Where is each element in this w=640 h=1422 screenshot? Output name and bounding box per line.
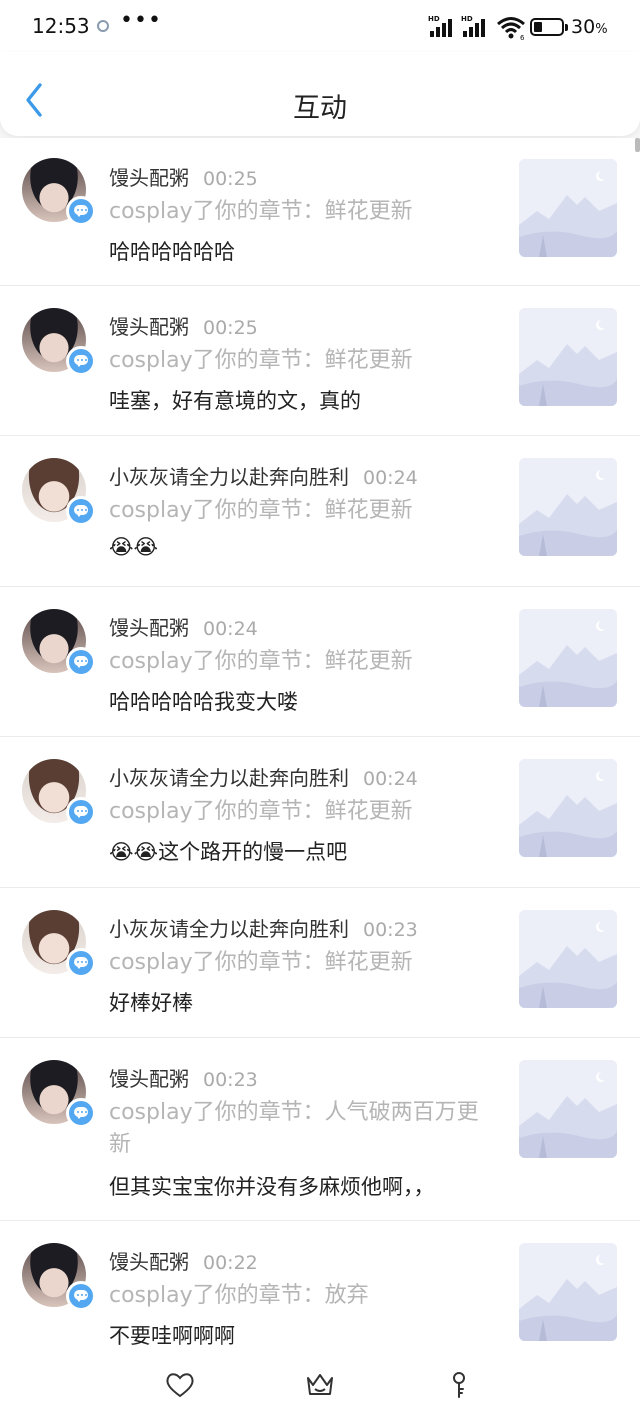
- timestamp: 00:24: [203, 618, 258, 640]
- action-text: cosplay了你的章节：鲜花更新: [109, 950, 413, 975]
- timestamp: 00:23: [363, 919, 418, 941]
- user-name[interactable]: 小灰灰请全力以赴奔向胜利 00:23: [109, 913, 418, 942]
- more-notifications-icon: •••: [120, 8, 162, 33]
- comment-text: 哇塞，好有意境的文，真的: [109, 389, 361, 413]
- list-item[interactable]: 小灰灰请全力以赴奔向胜利 00:23 cosplay了你的章节：鲜花更新 好棒好棒: [0, 888, 640, 1038]
- wifi-sub-label: 6: [520, 34, 525, 40]
- action-text: cosplay了你的章节：鲜花更新: [109, 348, 413, 373]
- chapter-thumbnail[interactable]: [519, 910, 617, 1008]
- user-name[interactable]: 馒头配粥 00:24: [109, 612, 258, 641]
- chapter-thumbnail[interactable]: [519, 609, 617, 707]
- timestamp: 00:22: [203, 1252, 258, 1274]
- comment-text: 好棒好棒: [109, 991, 193, 1015]
- action-text: cosplay了你的章节：鲜花更新: [109, 649, 413, 674]
- comment-text: 哈哈哈哈哈我变大喽: [109, 690, 298, 714]
- signal-1-label: HD: [428, 15, 440, 23]
- comment-text: 不要哇啊啊啊: [109, 1324, 235, 1348]
- app-header: 互动: [0, 52, 640, 136]
- cellular-signal-2-icon: HD: [461, 15, 487, 37]
- chapter-thumbnail[interactable]: [519, 159, 617, 257]
- battery-icon: [530, 18, 568, 36]
- comment-badge-icon: [66, 647, 96, 677]
- user-name[interactable]: 馒头配粥 00:25: [109, 311, 258, 340]
- scrollbar[interactable]: [635, 138, 640, 152]
- notification-list[interactable]: 馒头配粥 00:25 cosplay了你的章节：鲜花更新 哈哈哈哈哈哈 馒头配粥 0…: [0, 138, 640, 1350]
- tab-rewards[interactable]: [303, 1368, 337, 1402]
- timestamp: 00:25: [203, 317, 258, 339]
- crown-icon: [307, 1374, 333, 1395]
- signal-2-label: HD: [461, 15, 473, 23]
- chapter-thumbnail[interactable]: [519, 308, 617, 406]
- comment-text: 哈哈哈哈哈哈: [109, 240, 235, 264]
- comment-badge-icon: [66, 346, 96, 376]
- user-name[interactable]: 馒头配粥 00:25: [109, 162, 258, 191]
- page-title: 互动: [293, 93, 347, 124]
- chapter-thumbnail[interactable]: [519, 759, 617, 857]
- timestamp: 00:24: [363, 467, 418, 489]
- battery-fill: [534, 22, 542, 32]
- list-item[interactable]: 馒头配粥 00:25 cosplay了你的章节：鲜花更新 哇塞，好有意境的文，真的: [0, 286, 640, 436]
- chapter-thumbnail[interactable]: [519, 458, 617, 556]
- comment-badge-icon: [66, 948, 96, 978]
- user-name[interactable]: 馒头配粥 00:22: [109, 1246, 258, 1275]
- chapter-thumbnail[interactable]: [519, 1060, 617, 1158]
- user-name[interactable]: 小灰灰请全力以赴奔向胜利 00:24: [109, 762, 418, 791]
- heart-icon: [166, 1373, 194, 1398]
- timestamp: 00:23: [203, 1069, 258, 1091]
- action-text: cosplay了你的章节：鲜花更新: [109, 799, 413, 824]
- tab-key[interactable]: [442, 1368, 476, 1402]
- user-name[interactable]: 小灰灰请全力以赴奔向胜利 00:24: [109, 461, 418, 490]
- key-icon: [453, 1372, 465, 1398]
- action-text: cosplay了你的章节：鲜花更新: [109, 199, 413, 224]
- chapter-thumbnail[interactable]: [519, 1243, 617, 1341]
- cellular-signal-1-icon: HD: [428, 15, 454, 37]
- action-text: cosplay了你的章节：鲜花更新: [109, 498, 413, 523]
- comment-badge-icon: [66, 196, 96, 226]
- wifi-icon: 6: [496, 16, 526, 44]
- list-item[interactable]: 馒头配粥 00:22 cosplay了你的章节：放弃 不要哇啊啊啊: [0, 1221, 640, 1350]
- list-item[interactable]: 馒头配粥 00:25 cosplay了你的章节：鲜花更新 哈哈哈哈哈哈: [0, 138, 640, 286]
- app-notification-icon: [97, 20, 109, 32]
- list-item[interactable]: 馒头配粥 00:24 cosplay了你的章节：鲜花更新 哈哈哈哈哈我变大喽: [0, 587, 640, 737]
- comment-badge-icon: [66, 496, 96, 526]
- battery-percent: 30%: [571, 16, 608, 38]
- comment-badge-icon: [66, 1281, 96, 1311]
- comment-text: 😭😭: [109, 535, 159, 559]
- tab-likes[interactable]: [163, 1368, 197, 1402]
- comment-badge-icon: [66, 797, 96, 827]
- comment-text: 😭😭这个路开的慢一点吧: [109, 840, 348, 864]
- status-bar: 12:53 ••• HD HD 6 30%: [0, 0, 640, 52]
- status-time: 12:53: [32, 14, 90, 38]
- timestamp: 00:24: [363, 768, 418, 790]
- comment-text: 但其实宝宝你并没有多麻烦他啊，，: [109, 1175, 435, 1199]
- comment-badge-icon: [66, 1098, 96, 1128]
- user-name[interactable]: 馒头配粥 00:23: [109, 1063, 258, 1092]
- action-text: cosplay了你的章节：人气破两百万更新: [109, 1100, 479, 1157]
- list-item[interactable]: 小灰灰请全力以赴奔向胜利 00:24 cosplay了你的章节：鲜花更新 😭😭: [0, 436, 640, 587]
- action-text: cosplay了你的章节：放弃: [109, 1283, 369, 1308]
- timestamp: 00:25: [203, 168, 258, 190]
- bottom-tab-bar: [0, 1350, 640, 1422]
- list-item[interactable]: 小灰灰请全力以赴奔向胜利 00:24 cosplay了你的章节：鲜花更新 😭😭这个…: [0, 737, 640, 888]
- list-item[interactable]: 馒头配粥 00:23 cosplay了你的章节：人气破两百万更新 但其实宝宝你并没…: [0, 1038, 640, 1221]
